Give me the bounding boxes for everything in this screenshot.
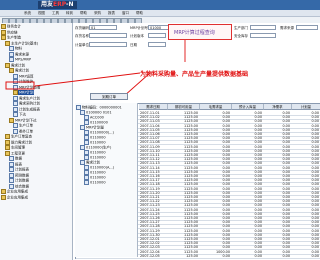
column-header[interactable]: 计划量 — [292, 104, 320, 110]
node-icon — [84, 180, 89, 185]
annotation-arrow-left — [34, 72, 141, 87]
subtree-item-label: 01100000(...) — [90, 130, 114, 135]
table-cell: 0.00 — [222, 253, 230, 258]
subtree-item-label: 需求计划 — [86, 160, 100, 165]
subtree-item-label: 0110000 — [90, 170, 106, 175]
subtree-item-label: 0110000(生产) — [86, 145, 112, 150]
subtree-item-label: 0110000 — [90, 140, 106, 145]
table-cell: 0.00 — [254, 253, 262, 258]
subtree-item-label: 0100000 0101 — [86, 110, 112, 115]
subtree-item-label: 0110000 — [90, 150, 106, 155]
table-cell: 0.00 — [311, 253, 319, 258]
due-orders-button[interactable]: 到期订单 — [90, 93, 128, 100]
column-header[interactable]: 毛需求量 — [200, 104, 232, 110]
subtree-item-label: ACC000 — [90, 115, 104, 120]
row-divider — [76, 257, 320, 259]
column-header[interactable]: 需求日期 — [139, 104, 168, 110]
subtree-item-label: 0110000(A...) — [90, 165, 114, 170]
subtree-item-label: 0110000 — [90, 175, 106, 180]
subtree-item-label: 0110000 — [90, 155, 106, 160]
table-cell: 125.00 — [186, 253, 198, 258]
subtree-item-label: 0110000 — [90, 135, 106, 140]
subtree-item[interactable]: 0110000 — [84, 180, 106, 185]
subtree-item-label: 物料编码：0000000001 — [82, 105, 122, 110]
column-header[interactable]: 期初可用量 — [168, 104, 200, 110]
column-header[interactable]: 预计入库量 — [232, 104, 264, 110]
column-header[interactable]: 净需求 — [264, 104, 292, 110]
table-cell: 2007-12-05 — [140, 253, 160, 258]
highlight-box — [5, 81, 35, 90]
table-cell: 0.00 — [282, 253, 290, 258]
subtree-item-label: MRP计划量 — [86, 125, 105, 130]
subtree-item-label: 0110000 — [90, 180, 106, 185]
subtree-item-label: 01100000 — [90, 120, 108, 125]
material-subtree: 物料编码：0000000001 0100000 0101 ACC000 0110000… — [75, 103, 138, 257]
